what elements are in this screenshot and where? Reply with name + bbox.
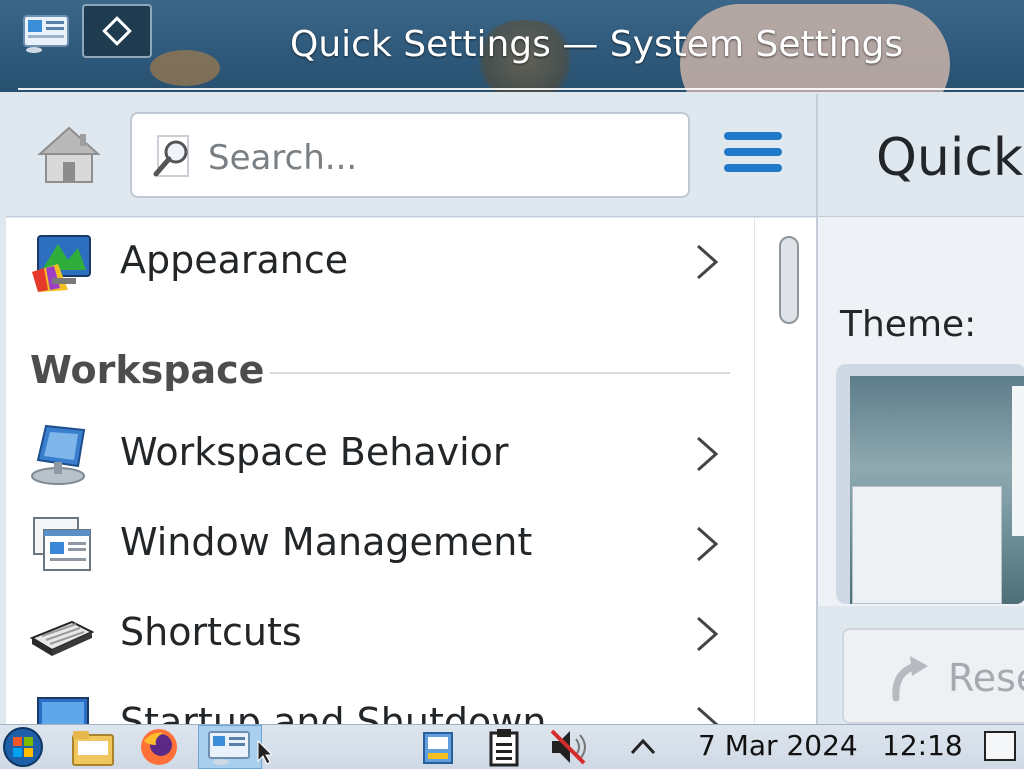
section-header-workspace: Workspace bbox=[30, 348, 730, 398]
content-footer: Rese bbox=[818, 606, 1024, 724]
sidebar-item-appearance[interactable]: Appearance bbox=[6, 222, 754, 302]
search-icon bbox=[153, 135, 189, 177]
titlebar-divider bbox=[18, 88, 1024, 90]
search-input[interactable] bbox=[206, 134, 680, 182]
show-desktop-button[interactable] bbox=[984, 731, 1016, 761]
page-title: Quick bbox=[876, 128, 1024, 188]
reset-arrow-icon bbox=[892, 656, 928, 702]
start-menu-icon[interactable] bbox=[0, 727, 46, 767]
window-title: Quick Settings — System Settings bbox=[290, 24, 904, 65]
keyboard-icon bbox=[29, 620, 94, 656]
search-field[interactable] bbox=[130, 112, 690, 198]
window-titlebar[interactable]: Quick Settings — System Settings bbox=[0, 0, 1024, 92]
sidebar-item-label: Appearance bbox=[120, 238, 349, 282]
hamburger-menu-button[interactable] bbox=[718, 130, 784, 180]
sidebar-header bbox=[6, 94, 816, 217]
sidebar-item-window-management[interactable]: Window Management bbox=[6, 504, 754, 584]
wallpaper-decoration bbox=[150, 50, 220, 86]
preview-window bbox=[1012, 386, 1024, 536]
keep-above-button[interactable] bbox=[82, 4, 152, 58]
chevron-right-icon bbox=[697, 616, 719, 652]
theme-label: Theme: bbox=[840, 304, 977, 345]
taskbar: 7 Mar 2024 12:18 bbox=[0, 724, 1024, 769]
sidebar: Appearance Workspace Workspace Behavior bbox=[6, 94, 817, 724]
home-icon[interactable] bbox=[36, 124, 102, 186]
volume-muted-icon[interactable] bbox=[548, 727, 592, 767]
menu-bar-icon bbox=[724, 132, 782, 140]
active-task-system-settings[interactable] bbox=[198, 725, 262, 769]
menu-bar-icon bbox=[724, 164, 782, 172]
update-notifier-icon[interactable] bbox=[418, 727, 458, 767]
chevron-right-icon bbox=[697, 526, 719, 562]
workspace-behavior-icon bbox=[31, 424, 86, 485]
taskbar-date[interactable]: 7 Mar 2024 bbox=[698, 729, 858, 762]
chevron-up-icon[interactable] bbox=[628, 727, 658, 767]
scrollbar-thumb[interactable] bbox=[779, 236, 799, 324]
menu-bar-icon bbox=[724, 148, 782, 156]
sidebar-list: Appearance Workspace Workspace Behavior bbox=[6, 218, 754, 724]
clipboard-icon[interactable] bbox=[486, 727, 522, 767]
taskbar-time[interactable]: 12:18 bbox=[882, 729, 963, 762]
system-settings-icon bbox=[208, 731, 250, 765]
appearance-icon bbox=[32, 235, 91, 292]
sidebar-item-label: Workspace Behavior bbox=[120, 430, 509, 474]
cursor-icon bbox=[257, 739, 272, 765]
system-settings-icon[interactable] bbox=[22, 14, 70, 54]
startup-shutdown-icon bbox=[37, 697, 89, 724]
theme-preview-image bbox=[850, 376, 1024, 604]
chevron-right-icon bbox=[697, 244, 719, 280]
theme-preview[interactable] bbox=[836, 364, 1024, 604]
diamond-icon bbox=[102, 16, 132, 46]
sidebar-item-label: Window Management bbox=[120, 520, 533, 564]
section-divider bbox=[270, 372, 730, 374]
sidebar-scrollbar[interactable] bbox=[754, 218, 817, 724]
firefox-icon[interactable] bbox=[134, 727, 184, 767]
sidebar-item-label: Startup and Shutdown bbox=[120, 700, 547, 724]
sidebar-item-workspace-behavior[interactable]: Workspace Behavior bbox=[6, 414, 754, 494]
reset-label: Rese bbox=[948, 656, 1024, 700]
reset-button[interactable]: Rese bbox=[842, 628, 1024, 724]
content-header: Quick bbox=[818, 94, 1024, 217]
sidebar-item-startup-shutdown[interactable]: Startup and Shutdown bbox=[6, 684, 754, 724]
sidebar-item-shortcuts[interactable]: Shortcuts bbox=[6, 594, 754, 674]
file-manager-icon[interactable] bbox=[70, 727, 116, 767]
content-pane: Quick Theme: Rese bbox=[816, 94, 1024, 724]
preview-window bbox=[852, 486, 1002, 604]
sidebar-item-label: Shortcuts bbox=[120, 610, 302, 654]
chevron-right-icon bbox=[697, 706, 719, 724]
chevron-right-icon bbox=[697, 436, 719, 472]
section-label: Workspace bbox=[30, 348, 265, 392]
window-management-icon bbox=[33, 517, 91, 571]
